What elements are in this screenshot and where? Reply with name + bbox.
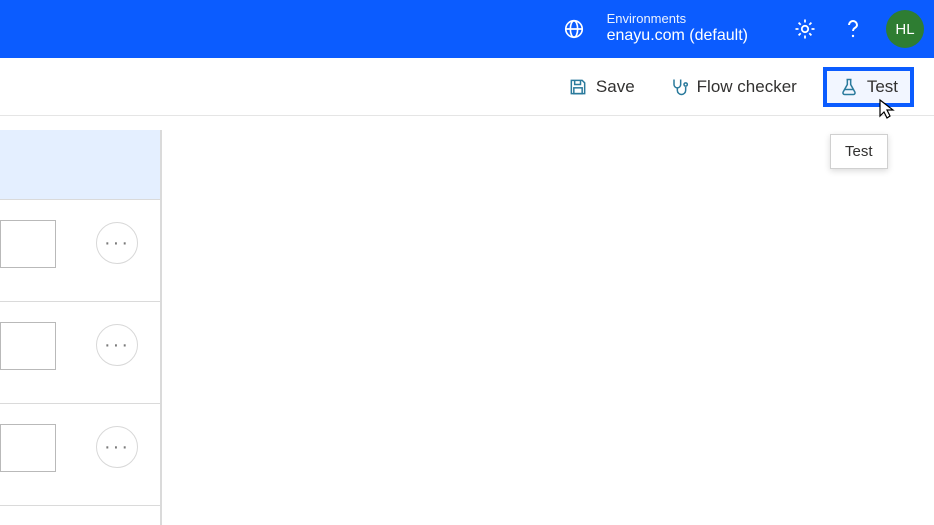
- field-input[interactable]: [0, 424, 56, 472]
- help-icon: [841, 17, 865, 41]
- app-header: Environments enayu.com (default) HL: [0, 0, 934, 58]
- settings-button[interactable]: [784, 8, 826, 50]
- field-row: ···: [0, 404, 160, 506]
- environment-selector[interactable]: Environments enayu.com (default): [553, 8, 748, 50]
- tooltip-text: Test: [845, 143, 873, 160]
- stethoscope-icon: [669, 77, 689, 97]
- test-tooltip: Test: [830, 134, 888, 169]
- more-button[interactable]: ···: [96, 426, 138, 468]
- avatar-initials: HL: [895, 21, 914, 38]
- save-button[interactable]: Save: [560, 71, 643, 103]
- help-button[interactable]: [832, 8, 874, 50]
- test-button[interactable]: Test: [823, 67, 914, 107]
- globe-icon: [553, 8, 595, 50]
- field-row: ···: [0, 302, 160, 404]
- panel-header[interactable]: [0, 130, 160, 200]
- field-input[interactable]: [0, 322, 56, 370]
- flow-checker-label: Flow checker: [697, 77, 797, 97]
- field-row: ···: [0, 200, 160, 302]
- more-icon: ···: [104, 232, 130, 255]
- field-input[interactable]: [0, 220, 56, 268]
- flow-checker-button[interactable]: Flow checker: [661, 71, 805, 103]
- save-icon: [568, 77, 588, 97]
- flask-icon: [839, 77, 859, 97]
- action-toolbar: Save Flow checker Test: [0, 58, 934, 116]
- save-label: Save: [596, 77, 635, 97]
- more-button[interactable]: ···: [96, 222, 138, 264]
- environment-name: enayu.com (default): [607, 27, 748, 45]
- environment-text: Environments enayu.com (default): [607, 12, 748, 45]
- left-panel: ··· ··· ···: [0, 130, 162, 525]
- more-icon: ···: [104, 334, 130, 357]
- gear-icon: [793, 17, 817, 41]
- user-avatar[interactable]: HL: [886, 10, 924, 48]
- more-button[interactable]: ···: [96, 324, 138, 366]
- test-label: Test: [867, 77, 898, 97]
- environments-label: Environments: [607, 12, 748, 27]
- more-icon: ···: [104, 436, 130, 459]
